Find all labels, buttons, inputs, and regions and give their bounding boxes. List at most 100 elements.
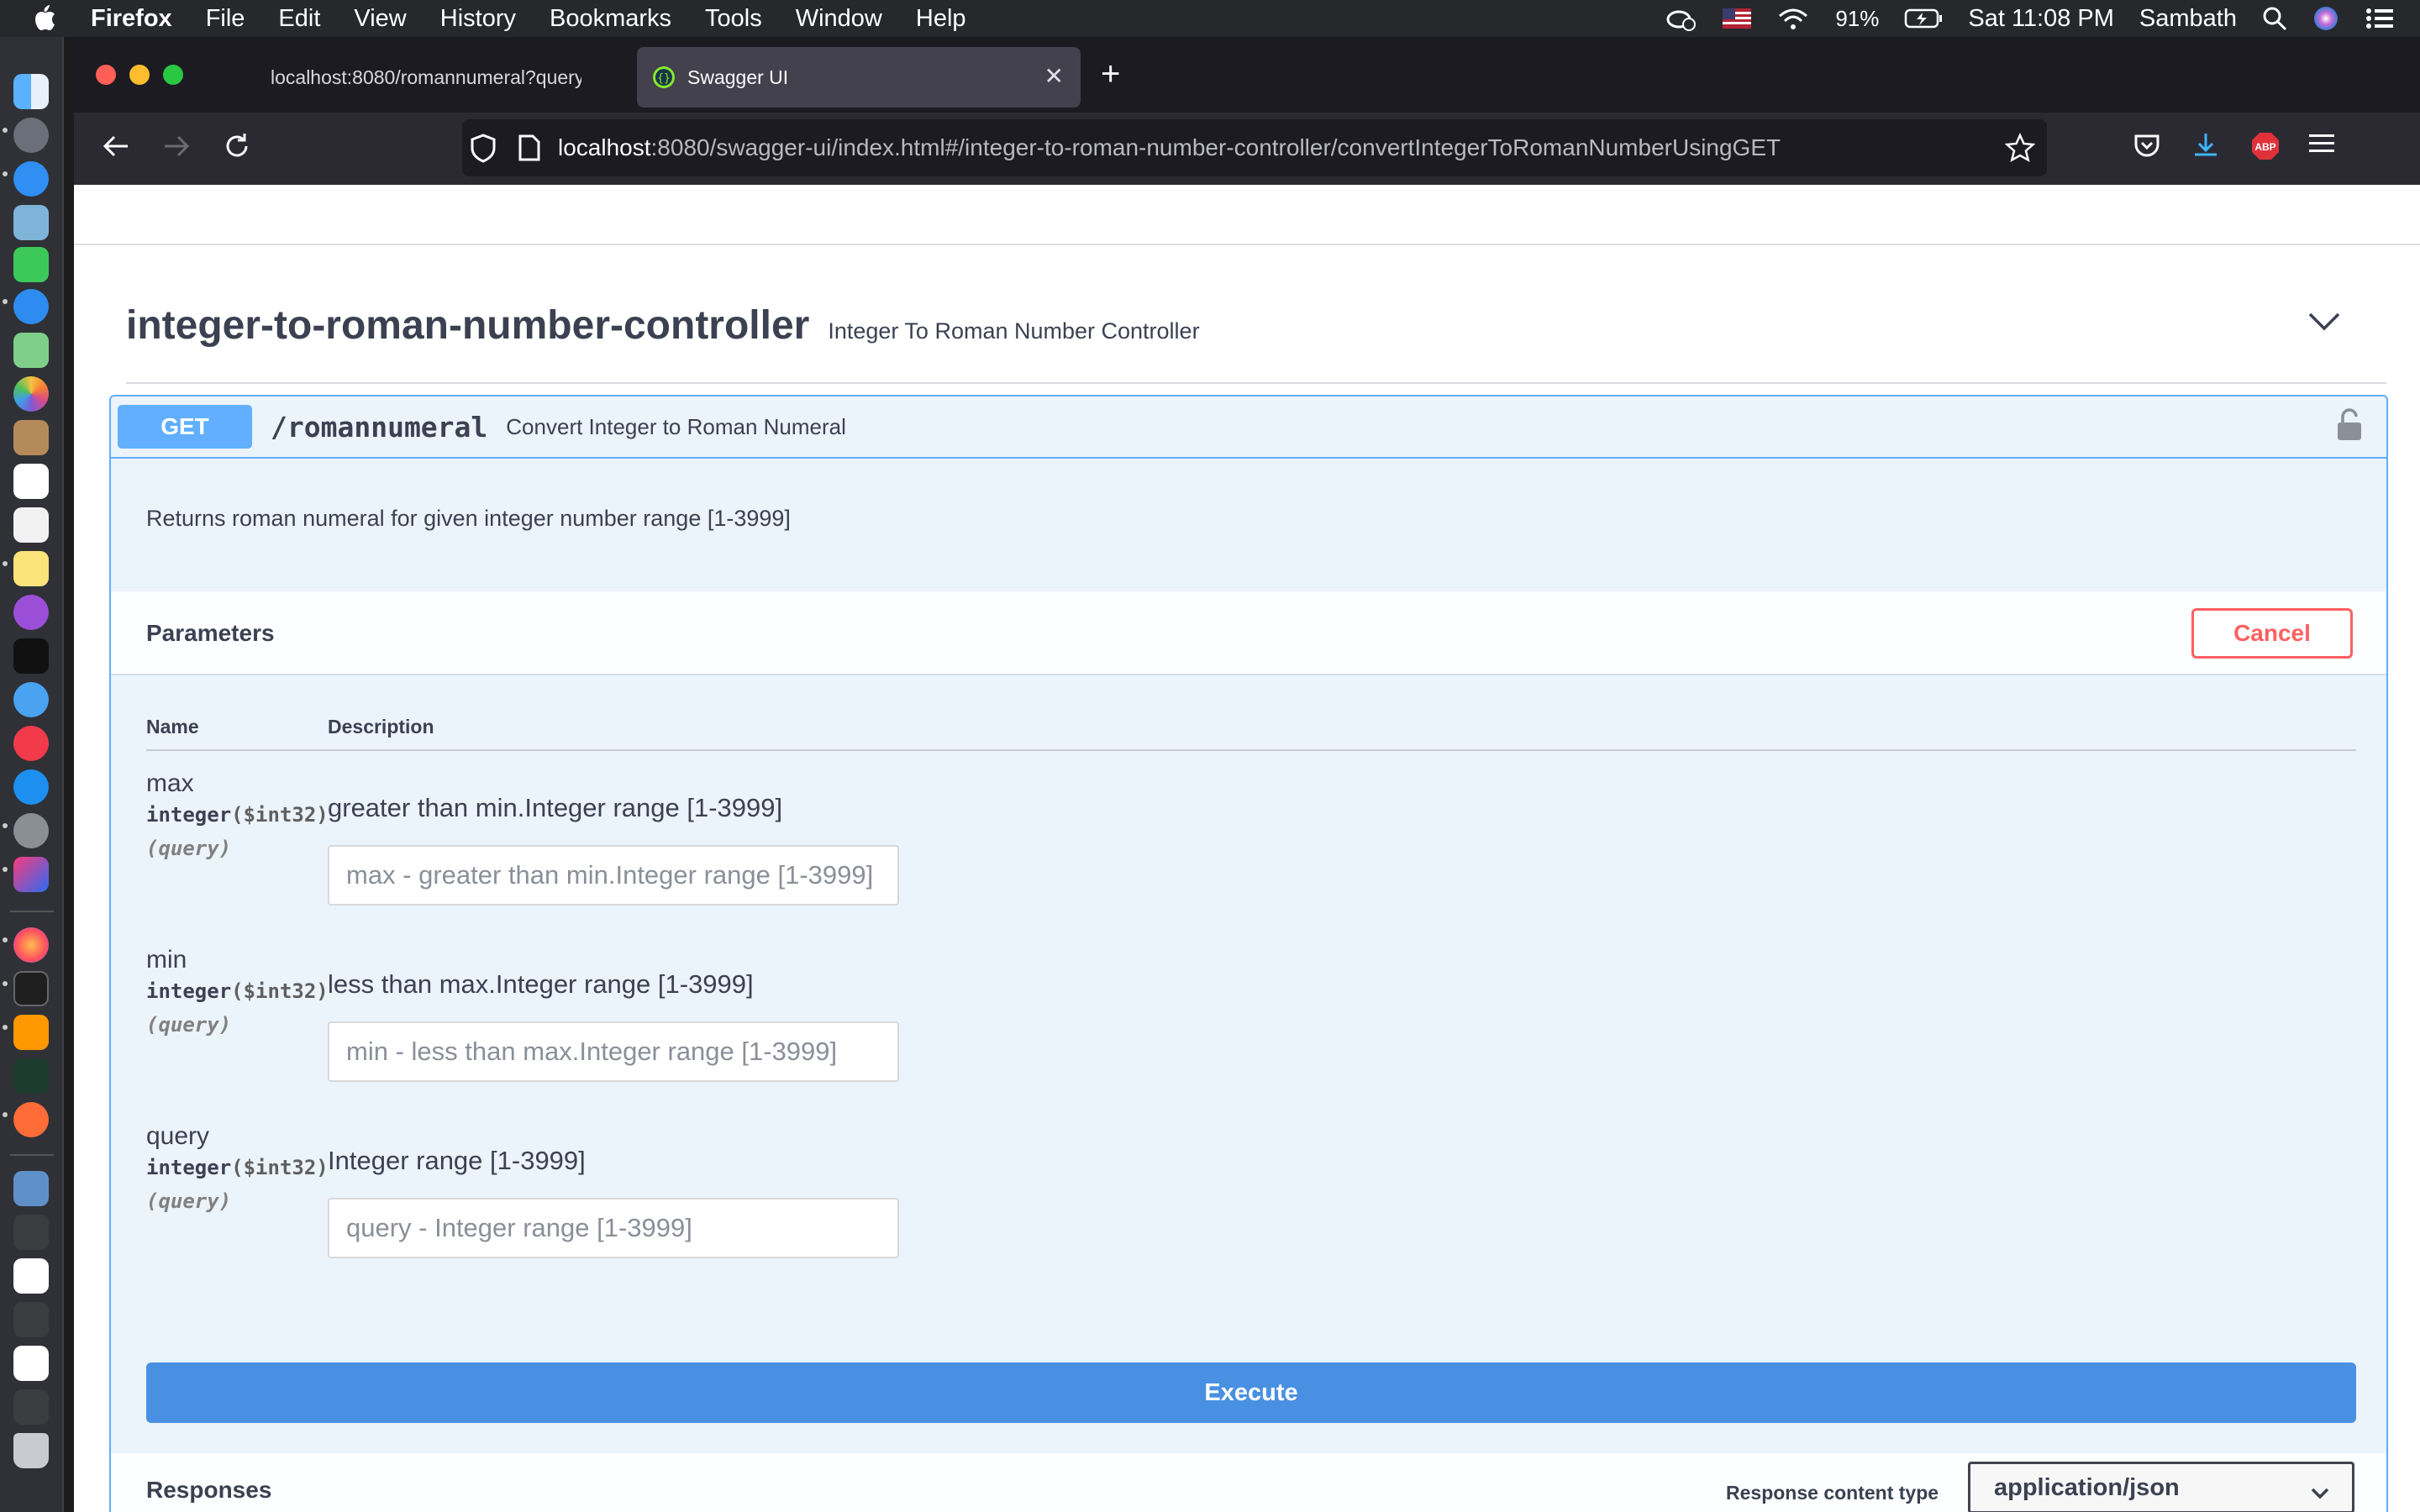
forward-icon[interactable] [161, 131, 192, 169]
parameter-location: (query) [146, 1013, 232, 1037]
app-store-icon[interactable] [13, 769, 49, 805]
svg-text:ABP: ABP [2254, 141, 2275, 153]
adblock-plus-icon[interactable]: ABP [2250, 131, 2281, 169]
running-indicator [3, 299, 8, 304]
operation-summary[interactable]: GET /romannumeral Convert Integer to Rom… [111, 396, 2386, 459]
url-bar[interactable]: localhost:8080/swagger-ui/index.html#/in… [462, 119, 2047, 176]
url-host: localhost [558, 134, 651, 160]
tab-swagger-ui[interactable]: {} Swagger UI ✕ [637, 47, 1081, 108]
terminal-icon[interactable] [13, 971, 49, 1006]
swagger-page: integer-to-roman-number-controller Integ… [74, 185, 2420, 1512]
dock-separator [10, 1154, 54, 1156]
recent-window-icon[interactable] [13, 1258, 49, 1294]
response-content-type-select[interactable]: application/json [1968, 1462, 2354, 1512]
operation-path: /romannumeral [271, 410, 488, 444]
tracking-protection-shield-icon[interactable] [469, 133, 497, 163]
back-icon[interactable] [101, 131, 131, 169]
maps-icon[interactable] [13, 333, 49, 368]
downloads-icon[interactable] [2191, 131, 2220, 167]
dock [0, 37, 64, 1512]
cloud-status-icon[interactable] [1664, 6, 1697, 31]
downloads-stack-icon[interactable] [13, 1171, 49, 1206]
minimize-window-button[interactable] [129, 65, 150, 85]
menu-view[interactable]: View [354, 5, 406, 33]
contacts-icon[interactable] [13, 420, 49, 455]
tab-bar: localhost:8080/romannumeral?query ✕ {} S… [74, 37, 2420, 113]
reload-icon[interactable] [222, 131, 252, 169]
cancel-button[interactable]: Cancel [2191, 608, 2353, 659]
menubar-user[interactable]: Sambath [2139, 5, 2237, 33]
us-flag-icon[interactable] [1723, 8, 1752, 29]
recent-window-icon[interactable] [13, 1302, 49, 1337]
finder-icon[interactable] [13, 74, 49, 109]
spotlight-search-icon[interactable] [2262, 6, 2287, 31]
close-window-button[interactable] [96, 65, 116, 85]
controller-section-header[interactable]: integer-to-roman-number-controller Integ… [126, 302, 2420, 378]
menu-bookmarks[interactable]: Bookmarks [550, 5, 671, 33]
running-indicator [3, 937, 8, 942]
menu-edit[interactable]: Edit [278, 5, 320, 33]
recent-window-icon[interactable] [13, 1389, 49, 1425]
menu-file[interactable]: File [206, 5, 245, 33]
url-path: :8080/swagger-ui/index.html#/integer-to-… [650, 134, 1781, 160]
trash-icon[interactable] [13, 1433, 49, 1468]
messages-icon[interactable] [13, 289, 49, 324]
system-preferences-icon[interactable] [13, 813, 49, 848]
music-icon[interactable] [13, 682, 49, 717]
query-input[interactable] [328, 1198, 899, 1258]
menu-window[interactable]: Window [796, 5, 882, 33]
divider [74, 244, 2420, 245]
min-input[interactable] [328, 1021, 899, 1082]
photos-icon[interactable] [13, 376, 49, 412]
menu-help[interactable]: Help [916, 5, 966, 33]
firefox-icon[interactable] [13, 927, 49, 963]
battery-icon[interactable] [1904, 8, 1943, 29]
page-info-icon[interactable] [518, 134, 541, 162]
preview-icon[interactable] [13, 205, 49, 240]
chevron-down-icon[interactable] [2307, 311, 2341, 337]
recent-window-icon[interactable] [13, 1215, 49, 1250]
control-center-icon[interactable] [2365, 7, 2395, 30]
reminders-icon[interactable] [13, 507, 49, 543]
operation-description: Returns roman numeral for given integer … [146, 506, 791, 531]
apple-tv-icon[interactable] [13, 638, 49, 674]
browser-window: localhost:8080/romannumeral?query ✕ {} S… [74, 37, 2420, 1512]
launchpad-icon[interactable] [13, 118, 49, 153]
sublime-text-icon[interactable] [13, 1015, 49, 1050]
siri-icon[interactable] [2312, 5, 2339, 32]
tab-title: localhost:8080/romannumeral?query [271, 66, 581, 88]
intellij-icon[interactable] [13, 857, 49, 892]
running-indicator [3, 561, 8, 566]
parameter-type-name: integer [146, 1156, 232, 1179]
menu-tools[interactable]: Tools [705, 5, 762, 33]
safari-icon[interactable] [13, 161, 49, 197]
calendar-icon[interactable] [13, 464, 49, 499]
close-tab-icon[interactable]: ✕ [1044, 62, 1064, 90]
menubar-clock[interactable]: Sat 11:08 PM [1968, 5, 2114, 33]
tab-romannumeral[interactable]: localhost:8080/romannumeral?query ✕ [242, 47, 696, 108]
postman-icon[interactable] [13, 1102, 49, 1137]
menu-app-firefox[interactable]: Firefox [91, 5, 172, 33]
apple-logo-icon[interactable] [32, 4, 66, 33]
zoom-window-button[interactable] [163, 65, 183, 85]
parameter-description: less than max.Integer range [1-3999] [328, 969, 754, 999]
wifi-icon[interactable] [1776, 6, 1810, 31]
unlock-icon[interactable] [2336, 408, 2363, 446]
news-icon[interactable] [13, 726, 49, 761]
parameter-format: ($int32) [231, 1156, 329, 1179]
bookmark-star-icon[interactable] [2005, 133, 2035, 163]
hamburger-menu-icon[interactable] [2309, 131, 2338, 164]
activity-monitor-icon[interactable] [13, 1058, 49, 1094]
new-tab-button[interactable]: + [1101, 55, 1120, 93]
notes-icon[interactable] [13, 551, 49, 586]
parameter-row-min: min integer($int32) (query) less than ma… [146, 946, 2356, 1114]
recent-window-icon[interactable] [13, 1346, 49, 1381]
pocket-icon[interactable] [2133, 131, 2161, 167]
responses-header: Responses Response content type applicat… [111, 1453, 2386, 1512]
menu-history[interactable]: History [440, 5, 516, 33]
max-input[interactable] [328, 845, 899, 906]
execute-button[interactable]: Execute [146, 1362, 2356, 1423]
facetime-icon[interactable] [13, 247, 49, 282]
parameter-format: ($int32) [231, 979, 329, 1003]
podcasts-icon[interactable] [13, 595, 49, 630]
